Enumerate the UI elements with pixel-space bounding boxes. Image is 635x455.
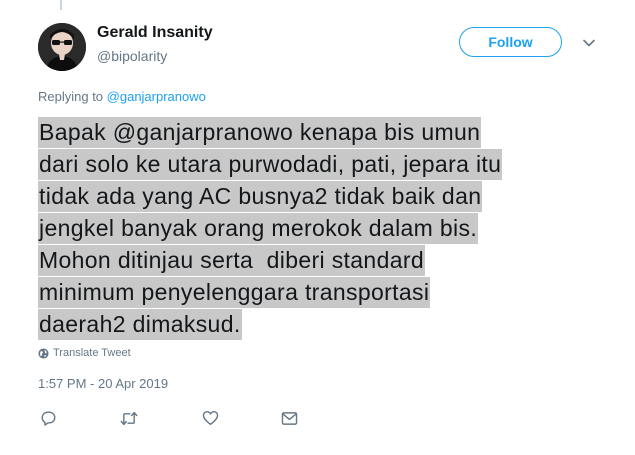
thread-connector-line (60, 0, 62, 10)
reply-icon (41, 410, 55, 426)
direct-message-button[interactable] (279, 408, 299, 428)
reply-button[interactable] (38, 408, 58, 428)
retweet-button[interactable] (119, 408, 139, 428)
user-handle[interactable]: @bipolarity (97, 48, 167, 64)
tweet-text-line: daerah2 dimaksud. (38, 308, 598, 340)
retweet-icon (120, 411, 138, 425)
heart-icon (202, 410, 218, 426)
tweet-text-line: minimum penyelenggara transportasi (38, 276, 598, 308)
avatar[interactable] (38, 23, 86, 71)
tweet-text-line: Bapak @ganjarpranowo kenapa bis umun (38, 116, 598, 148)
replying-to-mention-link[interactable]: @ganjarpranowo (107, 89, 206, 104)
more-options-chevron-down-icon[interactable] (582, 36, 596, 50)
translate-tweet-link[interactable]: Translate Tweet (38, 347, 131, 359)
envelope-icon (281, 411, 297, 425)
tweet-text-line: dari solo ke utara purwodadi, pati, jepa… (38, 148, 598, 180)
avatar-image (38, 23, 86, 71)
tweet-text: Bapak @ganjarpranowo kenapa bis umun dar… (38, 116, 598, 340)
follow-button[interactable]: Follow (459, 27, 562, 57)
tweet-text-line: Mohon ditinjau serta diberi standard (38, 244, 598, 276)
display-name[interactable]: Gerald Insanity (97, 24, 213, 42)
tweet-text-line: tidak ada yang AC busnya2 tidak baik dan (38, 180, 598, 212)
like-button[interactable] (200, 408, 220, 428)
replying-to-line: Replying to @ganjarpranowo (38, 89, 206, 104)
replying-to-label: Replying to (38, 89, 107, 104)
tweet-text-line: jengkel banyak orang merokok dalam bis. (38, 212, 598, 244)
tweet-timestamp[interactable]: 1:57 PM - 20 Apr 2019 (38, 376, 168, 391)
globe-icon (38, 347, 49, 359)
translate-tweet-label: Translate Tweet (53, 347, 131, 359)
